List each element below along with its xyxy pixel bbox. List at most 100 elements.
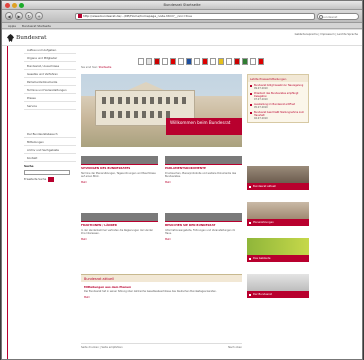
teaser-card[interactable]: PARLAMENTSDOKUMENTE Drucksachen, Plenarp… xyxy=(165,156,242,184)
teaser-title[interactable]: BESUCHEN SIE DEN BUNDESRAT xyxy=(165,223,242,228)
news-more-link[interactable]: Mehr xyxy=(84,296,239,299)
press-item[interactable]: Bundesrat beschließt Stellungnahme zum H… xyxy=(248,109,308,122)
building-window xyxy=(118,111,122,118)
state-flag-icon[interactable] xyxy=(194,58,200,65)
press-item[interactable]: Bundesrat billigt Gesetz zur Neuregelung… xyxy=(248,82,308,90)
state-flag-icon[interactable] xyxy=(162,58,168,65)
sidebar-item[interactable]: Aufbau und Aufgaben xyxy=(24,46,76,54)
state-flag-icon[interactable] xyxy=(210,58,216,65)
teaser-text: In der Länderkammer vertreten die Regier… xyxy=(81,228,153,235)
state-flag-icon[interactable] xyxy=(218,58,224,65)
sidebar-item[interactable]: Der Bundesratsbesuch xyxy=(24,130,76,138)
eagle-icon xyxy=(7,34,14,42)
press-item[interactable]: Präsident des Bundesrates empfängt Deleg… xyxy=(248,90,308,101)
bookmark-item[interactable]: Bundesrat Startseite xyxy=(22,24,51,28)
news-title[interactable]: Mitteilungen aus dem Plenum xyxy=(84,285,239,289)
news-text: Der Bundesrat hat in seiner Sitzung über… xyxy=(84,290,217,293)
teaser-rule xyxy=(165,221,242,222)
press-heading: Letzte Pressemitteilungen xyxy=(248,75,308,82)
teaser-more-link[interactable]: Mehr xyxy=(81,181,158,184)
teaser-text: Termine der Plenarsitzungen, Tagesordnun… xyxy=(81,171,156,178)
state-flag-icon[interactable] xyxy=(178,58,184,65)
teaser-rule xyxy=(81,164,158,165)
press-releases-box: Letzte Pressemitteilungen Bundesrat bill… xyxy=(247,74,309,123)
breadcrumb: Sie sind hier: Startseite xyxy=(81,66,111,69)
back-icon[interactable]: ◀ xyxy=(5,12,13,20)
state-flag-icon[interactable] xyxy=(250,58,256,65)
sidebar-item[interactable]: Termine und Veranstaltungen xyxy=(24,86,76,94)
press-item[interactable]: Ausstellung im Bundesrat eröffnet 05.07.… xyxy=(248,101,308,109)
advanced-search-link[interactable]: Erweiterte Suche xyxy=(24,178,46,181)
news-box: Bundesrat aktuell Mitteilungen aus dem P… xyxy=(81,274,242,302)
state-flag-icon[interactable] xyxy=(226,58,232,65)
promo-tile[interactable]: Plenarsitzungen xyxy=(247,202,309,226)
add-bookmark-icon[interactable]: + xyxy=(35,12,43,20)
bookmark-item[interactable]: Apple xyxy=(8,24,16,28)
sidebar-item[interactable]: Archiv und Sachgebiete xyxy=(24,146,76,154)
teaser-title[interactable]: FRAKTIONEN / LÄNDER xyxy=(81,223,158,228)
state-flag-icon[interactable] xyxy=(258,58,264,65)
sidebar-item[interactable]: Kontakt xyxy=(24,154,76,162)
promo-tile[interactable]: Das Gebäude xyxy=(247,238,309,262)
press-item-date: 02.07.2010 xyxy=(254,117,268,120)
promo-caption[interactable]: Das Gebäude xyxy=(247,255,309,262)
promo-tile[interactable]: Bundesrat aktuell xyxy=(247,166,309,190)
sidebar-item[interactable]: Parlamentsdokumente xyxy=(24,78,76,86)
promo-image xyxy=(247,202,309,219)
building-window xyxy=(166,111,170,118)
state-flag-icon[interactable] xyxy=(186,58,192,65)
sidebar-item[interactable]: Service xyxy=(24,102,76,110)
favicon-icon xyxy=(78,14,82,18)
building-window xyxy=(158,97,162,104)
browser-toolbar: ◀ ▶ ↻ + http://www.bundesrat.de/.../DE/H… xyxy=(2,10,362,23)
address-text: http://www.bundesrat.de/.../DE/Home/home… xyxy=(83,14,192,18)
teaser-card[interactable]: BESUCHEN SIE DEN BUNDESRAT Informationsa… xyxy=(165,213,242,241)
logo-text: Bundesrat xyxy=(16,35,47,41)
promo-image xyxy=(247,166,309,183)
address-bar[interactable]: http://www.bundesrat.de/.../DE/Home/home… xyxy=(75,12,315,20)
teaser-card[interactable]: FRAKTIONEN / LÄNDER In der Länderkammer … xyxy=(81,213,158,241)
teaser-title[interactable]: PARLAMENTSDOKUMENTE xyxy=(165,166,242,171)
state-flag-icon[interactable] xyxy=(202,58,208,65)
footer-links[interactable]: Seite drucken | Seite empfehlen xyxy=(81,346,123,349)
sidebar-item[interactable]: Bundesrat / Ausschüsse xyxy=(24,62,76,70)
building-window xyxy=(134,111,138,118)
reload-icon[interactable]: ↻ xyxy=(25,12,33,20)
sidebar-search-input[interactable] xyxy=(24,170,70,175)
teaser-image xyxy=(165,156,242,164)
breadcrumb-current[interactable]: Startseite xyxy=(99,66,112,69)
promo-caption[interactable]: Plenarsitzungen xyxy=(247,219,309,226)
sidebar-item[interactable]: Presse xyxy=(24,94,76,102)
search-go-button[interactable] xyxy=(48,177,55,182)
browser-window: Bundesrat Startseite ◀ ▶ ↻ + http://www.… xyxy=(1,0,363,360)
state-flag-icon[interactable] xyxy=(146,58,152,65)
sidebar-item[interactable]: Mitteilungen xyxy=(24,138,76,146)
state-flag-icon[interactable] xyxy=(138,58,144,65)
promo-caption[interactable]: Der Bundesrat xyxy=(247,291,309,298)
state-flag-icon[interactable] xyxy=(234,58,240,65)
building-window xyxy=(110,97,114,104)
teaser-card[interactable]: SITZUNGEN DES BUNDESRATES Termine der Pl… xyxy=(81,156,158,184)
breadcrumb-prefix: Sie sind hier: xyxy=(81,66,98,69)
teaser-text: Drucksachen, Plenarprotokolle und weiter… xyxy=(165,171,237,178)
teaser-more-link[interactable]: Mehr xyxy=(165,238,242,241)
accent-rule xyxy=(7,46,8,359)
back-to-top-link[interactable]: Nach oben xyxy=(228,346,242,349)
promo-caption[interactable]: Bundesrat aktuell xyxy=(247,183,309,190)
forward-icon[interactable]: ▶ xyxy=(15,12,23,20)
promo-tile[interactable]: Der Bundesrat xyxy=(247,274,309,298)
top-links[interactable]: Gebärdensprache | Impressum | Leichte Sp… xyxy=(295,33,358,36)
state-flag-icon[interactable] xyxy=(242,58,248,65)
teaser-more-link[interactable]: Mehr xyxy=(165,181,242,184)
browser-search-input[interactable]: bundesrat xyxy=(317,12,359,20)
state-flag-icon[interactable] xyxy=(154,58,160,65)
title-bar: Bundesrat Startseite xyxy=(2,1,362,10)
sidebar-item[interactable]: Organe und Mitglieder xyxy=(24,54,76,62)
hero-image[interactable]: Willkommen beim Bundesrat xyxy=(81,74,242,147)
state-flag-icon[interactable] xyxy=(170,58,176,65)
teaser-title[interactable]: SITZUNGEN DES BUNDESRATES xyxy=(81,166,158,171)
teaser-more-link[interactable]: Mehr xyxy=(81,238,158,241)
site-logo[interactable]: Bundesrat xyxy=(7,34,46,42)
sidebar-item[interactable]: Gesetze und Verfahren xyxy=(24,70,76,78)
sidebar-nav: Aufbau und Aufgaben Organe und Mitgliede… xyxy=(24,46,76,182)
